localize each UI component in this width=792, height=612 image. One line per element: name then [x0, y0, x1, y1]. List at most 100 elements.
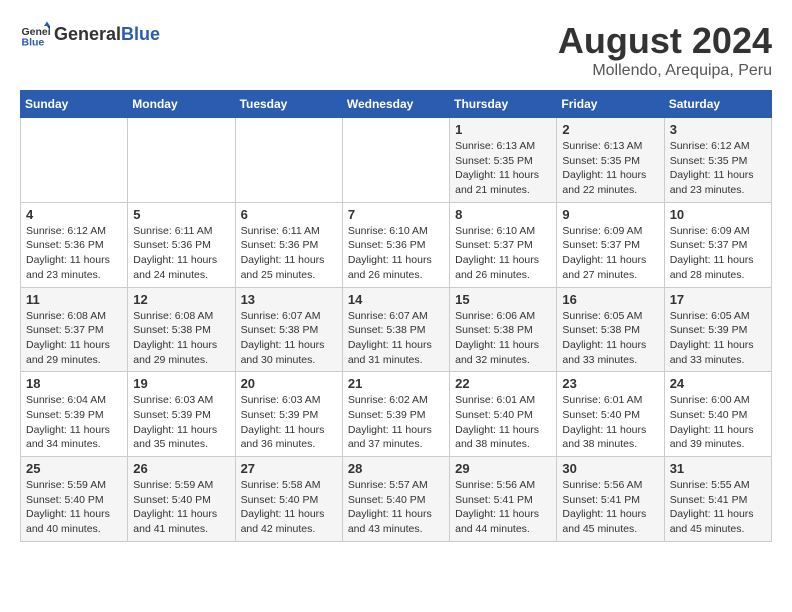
calendar-table: SundayMondayTuesdayWednesdayThursdayFrid…	[20, 90, 772, 542]
day-info: Sunrise: 5:55 AM Sunset: 5:41 PM Dayligh…	[670, 478, 766, 537]
day-info: Sunrise: 6:11 AM Sunset: 5:36 PM Dayligh…	[241, 224, 337, 283]
page-header: General Blue GeneralBlue August 2024 Mol…	[20, 20, 772, 80]
day-info: Sunrise: 6:04 AM Sunset: 5:39 PM Dayligh…	[26, 393, 122, 452]
day-number: 14	[348, 292, 444, 307]
logo-blue-text: Blue	[121, 24, 160, 44]
calendar-cell: 6 Sunrise: 6:11 AM Sunset: 5:36 PM Daylig…	[235, 202, 342, 287]
logo-icon: General Blue	[20, 20, 50, 50]
day-info: Sunrise: 6:12 AM Sunset: 5:36 PM Dayligh…	[26, 224, 122, 283]
calendar-cell: 11 Sunrise: 6:08 AM Sunset: 5:37 PM Dayli…	[21, 287, 128, 372]
week-row-2: 11 Sunrise: 6:08 AM Sunset: 5:37 PM Dayli…	[21, 287, 772, 372]
day-number: 19	[133, 376, 229, 391]
week-row-1: 4 Sunrise: 6:12 AM Sunset: 5:36 PM Daylig…	[21, 202, 772, 287]
day-info: Sunrise: 6:01 AM Sunset: 5:40 PM Dayligh…	[455, 393, 551, 452]
day-number: 8	[455, 207, 551, 222]
header-thursday: Thursday	[450, 91, 557, 118]
day-number: 24	[670, 376, 766, 391]
day-number: 28	[348, 461, 444, 476]
calendar-cell: 13 Sunrise: 6:07 AM Sunset: 5:38 PM Dayli…	[235, 287, 342, 372]
calendar-cell: 7 Sunrise: 6:10 AM Sunset: 5:36 PM Daylig…	[342, 202, 449, 287]
calendar-cell: 12 Sunrise: 6:08 AM Sunset: 5:38 PM Dayli…	[128, 287, 235, 372]
calendar-cell: 29Sunrise: 5:56 AM Sunset: 5:41 PM Dayli…	[450, 457, 557, 542]
day-number: 9	[562, 207, 658, 222]
day-info: Sunrise: 5:56 AM Sunset: 5:41 PM Dayligh…	[562, 478, 658, 537]
day-info: Sunrise: 6:11 AM Sunset: 5:36 PM Dayligh…	[133, 224, 229, 283]
day-number: 11	[26, 292, 122, 307]
calendar-cell: 21Sunrise: 6:02 AM Sunset: 5:39 PM Dayli…	[342, 372, 449, 457]
calendar-cell: 17Sunrise: 6:05 AM Sunset: 5:39 PM Dayli…	[664, 287, 771, 372]
day-number: 13	[241, 292, 337, 307]
calendar-cell: 3 Sunrise: 6:12 AM Sunset: 5:35 PM Daylig…	[664, 118, 771, 203]
calendar-cell	[235, 118, 342, 203]
day-number: 5	[133, 207, 229, 222]
day-number: 27	[241, 461, 337, 476]
day-info: Sunrise: 6:01 AM Sunset: 5:40 PM Dayligh…	[562, 393, 658, 452]
calendar-cell: 4 Sunrise: 6:12 AM Sunset: 5:36 PM Daylig…	[21, 202, 128, 287]
header-row: SundayMondayTuesdayWednesdayThursdayFrid…	[21, 91, 772, 118]
calendar-cell: 27 Sunrise: 5:58 AM Sunset: 5:40 PM Dayli…	[235, 457, 342, 542]
calendar-cell: 22 Sunrise: 6:01 AM Sunset: 5:40 PM Dayli…	[450, 372, 557, 457]
calendar-cell: 26 Sunrise: 5:59 AM Sunset: 5:40 PM Dayli…	[128, 457, 235, 542]
calendar-cell: 24 Sunrise: 6:00 AM Sunset: 5:40 PM Dayli…	[664, 372, 771, 457]
day-info: Sunrise: 6:08 AM Sunset: 5:38 PM Dayligh…	[133, 309, 229, 368]
day-info: Sunrise: 6:03 AM Sunset: 5:39 PM Dayligh…	[133, 393, 229, 452]
week-row-0: 1 Sunrise: 6:13 AM Sunset: 5:35 PM Daylig…	[21, 118, 772, 203]
day-number: 22	[455, 376, 551, 391]
day-info: Sunrise: 5:59 AM Sunset: 5:40 PM Dayligh…	[133, 478, 229, 537]
day-number: 12	[133, 292, 229, 307]
calendar-cell: 5 Sunrise: 6:11 AM Sunset: 5:36 PM Daylig…	[128, 202, 235, 287]
header-friday: Friday	[557, 91, 664, 118]
day-number: 20	[241, 376, 337, 391]
day-info: Sunrise: 6:09 AM Sunset: 5:37 PM Dayligh…	[562, 224, 658, 283]
day-info: Sunrise: 6:09 AM Sunset: 5:37 PM Dayligh…	[670, 224, 766, 283]
day-info: Sunrise: 5:58 AM Sunset: 5:40 PM Dayligh…	[241, 478, 337, 537]
main-title: August 2024	[558, 20, 772, 62]
day-info: Sunrise: 6:05 AM Sunset: 5:38 PM Dayligh…	[562, 309, 658, 368]
week-row-3: 18 Sunrise: 6:04 AM Sunset: 5:39 PM Dayli…	[21, 372, 772, 457]
day-info: Sunrise: 5:57 AM Sunset: 5:40 PM Dayligh…	[348, 478, 444, 537]
calendar-cell: 1Sunrise: 6:13 AM Sunset: 5:35 PM Daylig…	[450, 118, 557, 203]
day-number: 7	[348, 207, 444, 222]
day-number: 15	[455, 292, 551, 307]
logo-general-text: General	[54, 24, 121, 44]
day-number: 1	[455, 122, 551, 137]
day-info: Sunrise: 6:10 AM Sunset: 5:36 PM Dayligh…	[348, 224, 444, 283]
calendar-cell: 19 Sunrise: 6:03 AM Sunset: 5:39 PM Dayli…	[128, 372, 235, 457]
header-wednesday: Wednesday	[342, 91, 449, 118]
day-number: 6	[241, 207, 337, 222]
calendar-cell: 10Sunrise: 6:09 AM Sunset: 5:37 PM Dayli…	[664, 202, 771, 287]
day-info: Sunrise: 6:00 AM Sunset: 5:40 PM Dayligh…	[670, 393, 766, 452]
day-info: Sunrise: 6:08 AM Sunset: 5:37 PM Dayligh…	[26, 309, 122, 368]
day-number: 30	[562, 461, 658, 476]
day-number: 3	[670, 122, 766, 137]
day-number: 16	[562, 292, 658, 307]
day-number: 31	[670, 461, 766, 476]
day-number: 2	[562, 122, 658, 137]
calendar-cell	[21, 118, 128, 203]
day-info: Sunrise: 6:06 AM Sunset: 5:38 PM Dayligh…	[455, 309, 551, 368]
day-info: Sunrise: 5:59 AM Sunset: 5:40 PM Dayligh…	[26, 478, 122, 537]
day-info: Sunrise: 6:13 AM Sunset: 5:35 PM Dayligh…	[562, 139, 658, 198]
day-info: Sunrise: 6:07 AM Sunset: 5:38 PM Dayligh…	[348, 309, 444, 368]
week-row-4: 25Sunrise: 5:59 AM Sunset: 5:40 PM Dayli…	[21, 457, 772, 542]
day-info: Sunrise: 6:07 AM Sunset: 5:38 PM Dayligh…	[241, 309, 337, 368]
calendar-cell: 9 Sunrise: 6:09 AM Sunset: 5:37 PM Daylig…	[557, 202, 664, 287]
calendar-cell: 15 Sunrise: 6:06 AM Sunset: 5:38 PM Dayli…	[450, 287, 557, 372]
header-monday: Monday	[128, 91, 235, 118]
calendar-cell: 30 Sunrise: 5:56 AM Sunset: 5:41 PM Dayli…	[557, 457, 664, 542]
header-sunday: Sunday	[21, 91, 128, 118]
logo: General Blue GeneralBlue	[20, 20, 160, 50]
calendar-cell: 28 Sunrise: 5:57 AM Sunset: 5:40 PM Dayli…	[342, 457, 449, 542]
day-info: Sunrise: 6:12 AM Sunset: 5:35 PM Dayligh…	[670, 139, 766, 198]
day-info: Sunrise: 5:56 AM Sunset: 5:41 PM Dayligh…	[455, 478, 551, 537]
header-saturday: Saturday	[664, 91, 771, 118]
day-number: 23	[562, 376, 658, 391]
calendar-cell	[342, 118, 449, 203]
day-number: 4	[26, 207, 122, 222]
header-tuesday: Tuesday	[235, 91, 342, 118]
title-area: August 2024 Mollendo, Arequipa, Peru	[558, 20, 772, 80]
subtitle: Mollendo, Arequipa, Peru	[558, 62, 772, 80]
calendar-cell: 2 Sunrise: 6:13 AM Sunset: 5:35 PM Daylig…	[557, 118, 664, 203]
day-number: 18	[26, 376, 122, 391]
day-number: 26	[133, 461, 229, 476]
